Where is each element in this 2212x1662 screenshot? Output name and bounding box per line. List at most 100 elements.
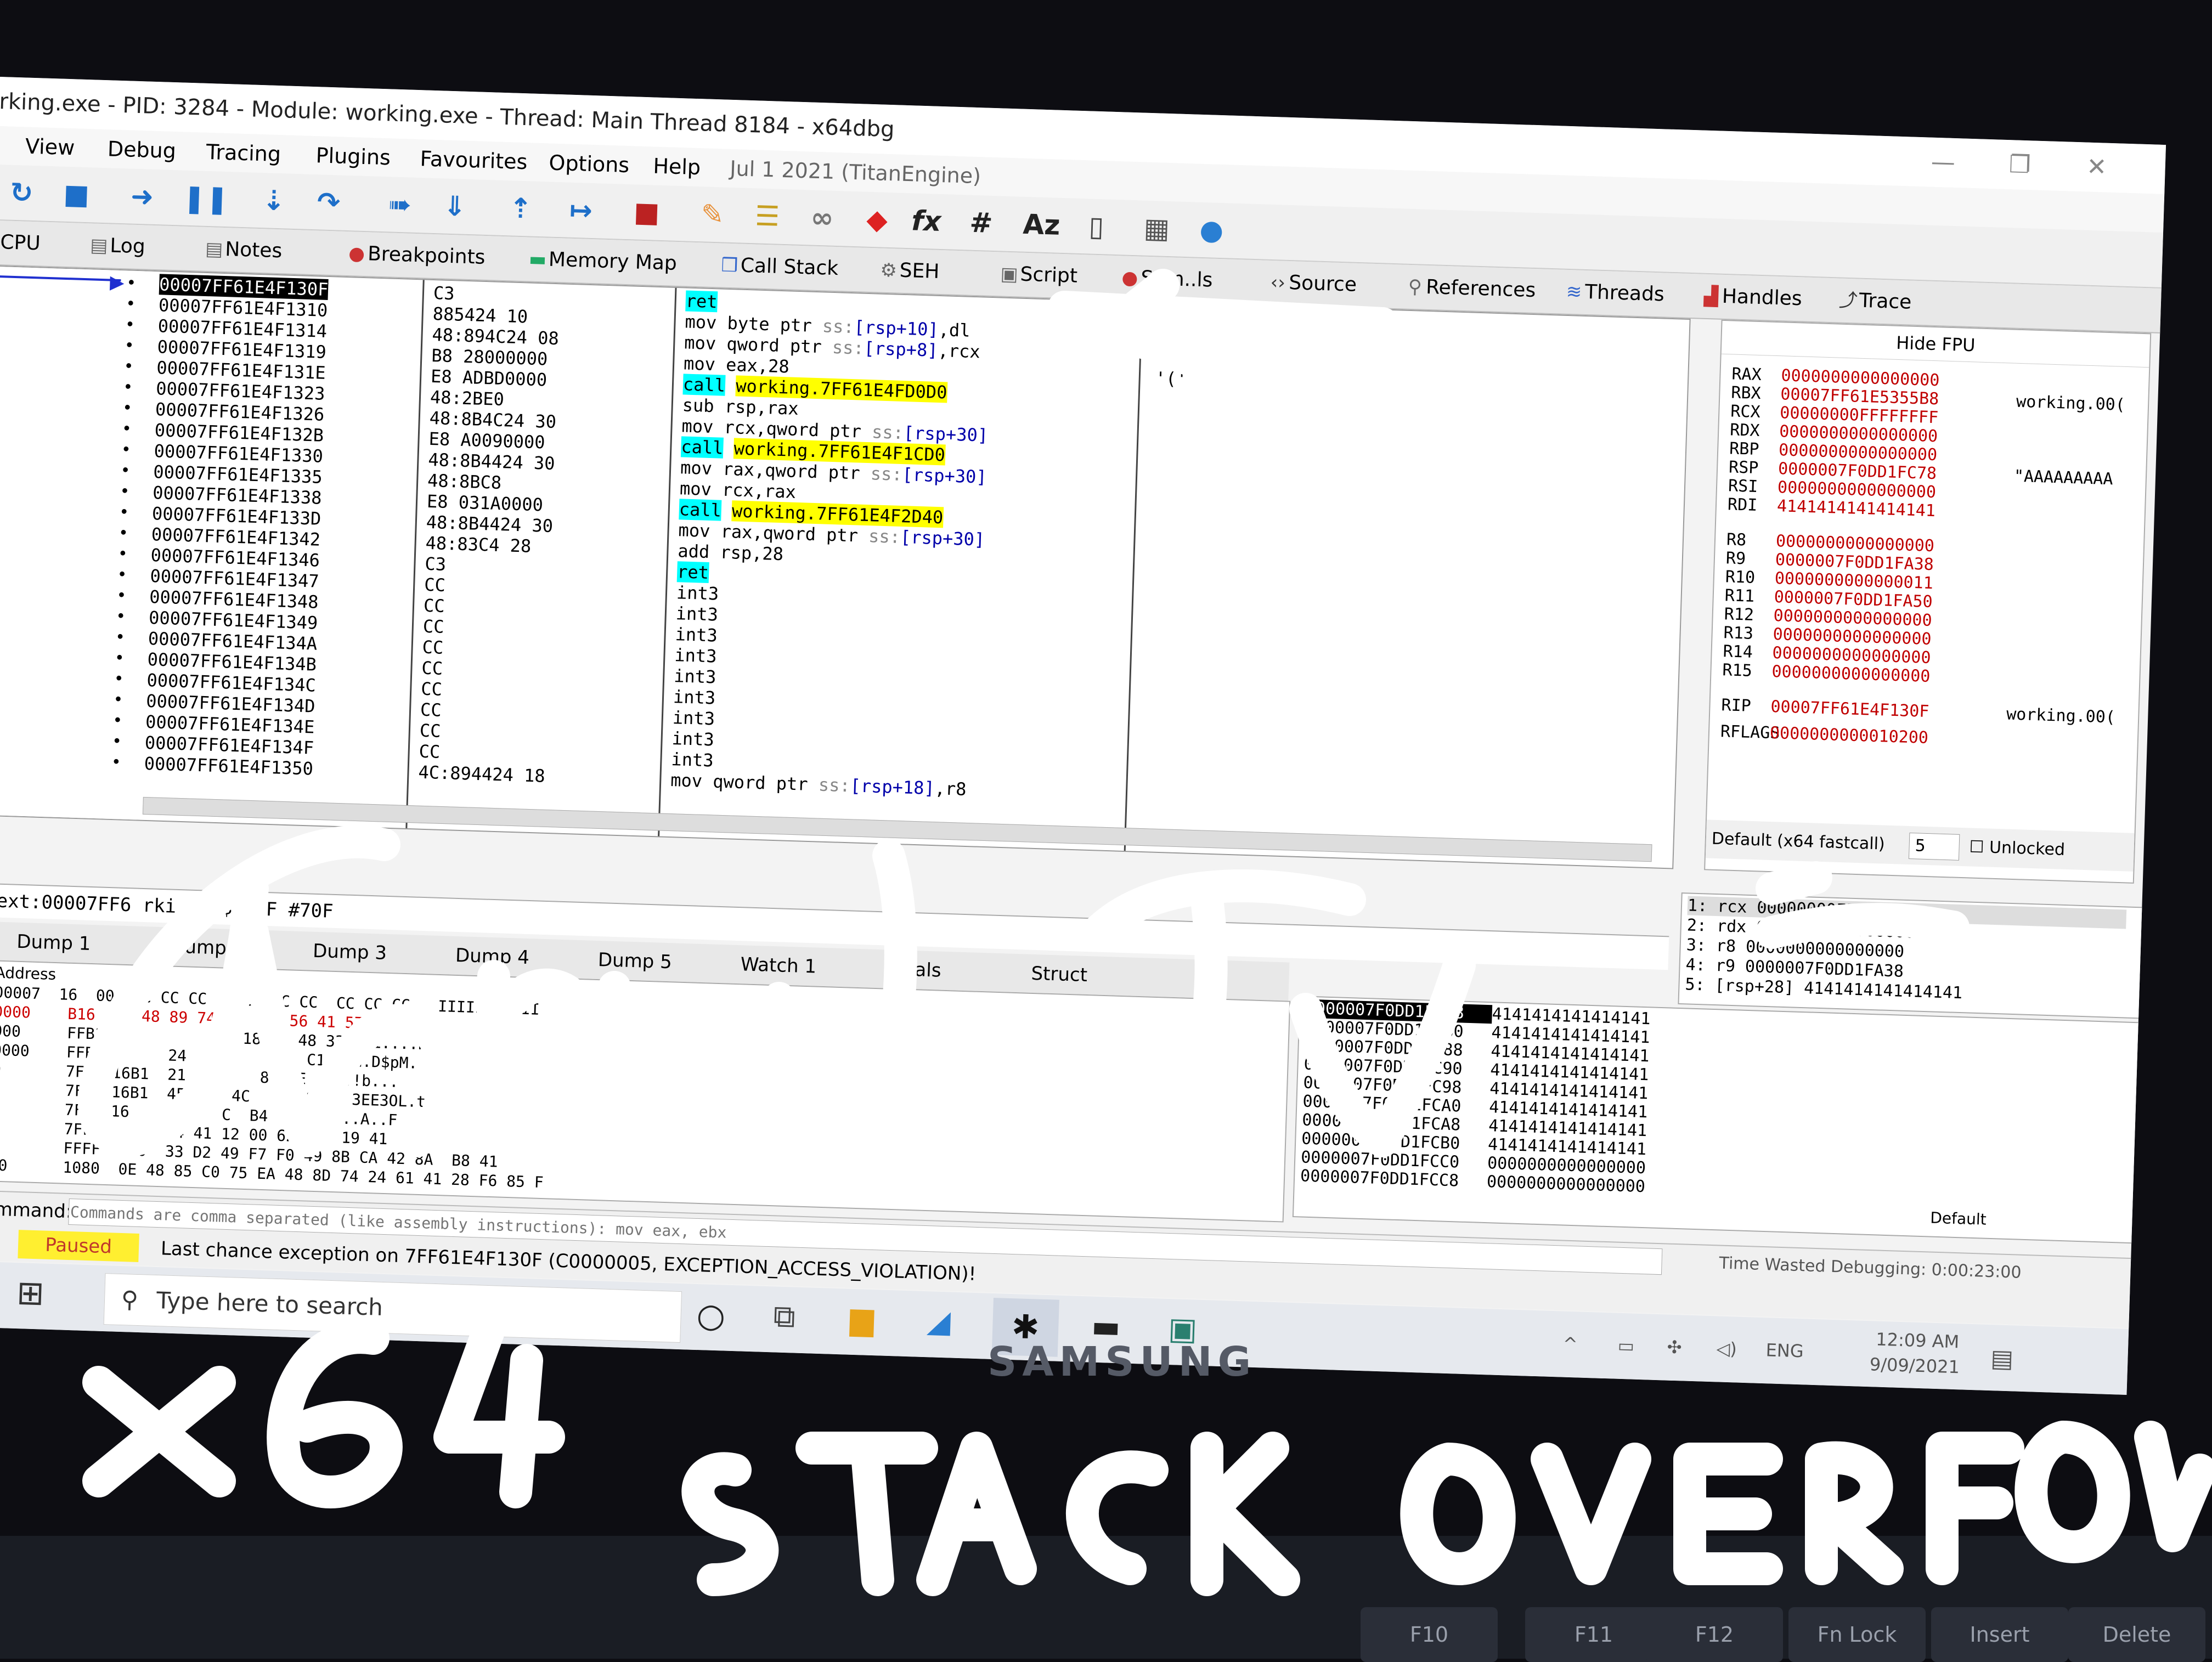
breakpoint-dot-icon[interactable]: • xyxy=(123,377,133,398)
globe-icon[interactable]: ● xyxy=(1191,210,1232,250)
calculator-icon[interactable]: ▦ xyxy=(1136,208,1177,248)
bookmark-icon[interactable]: ◆ xyxy=(856,199,897,240)
breakpoint-dot-icon[interactable]: • xyxy=(114,648,125,669)
calling-convention-select[interactable]: Default (x64 fastcall) xyxy=(1711,820,1886,864)
link-icon[interactable]: ∞ xyxy=(802,197,843,238)
tab-dump-3[interactable]: Dump 3 xyxy=(312,932,387,973)
stack-default-select[interactable]: Default xyxy=(1930,1209,1987,1229)
step-into-icon[interactable]: ⇣ xyxy=(253,180,294,221)
battery-icon[interactable]: ▭ xyxy=(1617,1335,1634,1356)
run-to-selection-icon[interactable]: ↦ xyxy=(561,190,601,230)
tab-threads[interactable]: ≋ Threads xyxy=(1562,270,1665,317)
disassembly-view[interactable]: ▶ • 00007FF61E4F130F C3 ret • 00007FF61E4F131… xyxy=(0,265,1691,869)
menu-debug[interactable]: Debug xyxy=(107,129,177,170)
menu-favourites[interactable]: Favourites xyxy=(420,139,528,181)
unlocked-checkbox[interactable]: ☐ Unlocked xyxy=(1969,828,2066,869)
breakpoint-dot-icon[interactable]: • xyxy=(125,314,135,336)
app-icon[interactable]: ◢ xyxy=(927,1303,951,1339)
language-indicator[interactable]: ENG xyxy=(1765,1339,1804,1361)
breakpoint-dot-icon[interactable]: • xyxy=(116,606,126,628)
comment-icon[interactable]: ☰ xyxy=(747,196,788,236)
run-icon[interactable]: ➜ xyxy=(122,176,162,217)
run-to-user-icon[interactable]: ➠ xyxy=(380,184,420,225)
menu-view[interactable]: View xyxy=(25,127,75,167)
breakpoint-dot-icon[interactable]: • xyxy=(114,669,124,690)
breakpoint-dot-icon[interactable]: • xyxy=(124,335,134,357)
tab-trace[interactable]: ⤴Trace xyxy=(1837,278,1912,324)
script-icon[interactable]: ■ xyxy=(627,192,667,233)
tab-struct[interactable]: Struct xyxy=(1030,954,1088,994)
tab-dump-2[interactable]: Dump 2 xyxy=(170,928,245,968)
tab-memory-map[interactable]: ▬Memory Map xyxy=(526,237,678,286)
stop-icon[interactable]: ■ xyxy=(56,174,97,214)
tab-dump-1[interactable]: Dump 1 xyxy=(16,923,91,963)
function-icon[interactable]: fx xyxy=(906,201,946,241)
breakpoint-dot-icon[interactable]: • xyxy=(125,293,136,315)
notifications-icon[interactable]: ▤ xyxy=(1990,1344,2014,1373)
file-explorer-icon[interactable]: ▆ xyxy=(850,1301,874,1337)
breakpoint-dot-icon[interactable]: • xyxy=(121,419,132,440)
step-over-icon[interactable]: ↷ xyxy=(308,182,349,223)
menu-tracing[interactable]: Tracing xyxy=(206,133,281,173)
network-icon[interactable]: ✣ xyxy=(1667,1337,1682,1358)
font-icon[interactable]: Aᴢ xyxy=(1021,205,1062,245)
breakpoint-dot-icon[interactable]: • xyxy=(111,752,121,773)
restart-icon[interactable]: ↻ xyxy=(1,172,42,213)
breakpoint-dot-icon[interactable]: • xyxy=(119,502,129,523)
tab-breakpoints[interactable]: ● Breakpoints xyxy=(345,231,486,280)
tab-handles[interactable]: ▟ Handles xyxy=(1700,274,1803,321)
windows-start-icon[interactable]: ⊞ xyxy=(16,1274,44,1313)
breakpoint-dot-icon[interactable]: • xyxy=(111,731,122,753)
hex-dump-view[interactable]: Address 00007 16 00 CC CC CC CC CC CC CC… xyxy=(0,959,1291,1223)
tab-notes[interactable]: ▤Notes xyxy=(202,227,283,273)
cortana-icon[interactable]: ○ xyxy=(696,1296,726,1336)
breakpoint-dot-icon[interactable]: • xyxy=(122,398,133,419)
execute-till-return-icon[interactable]: ⇓ xyxy=(435,186,475,227)
breakpoint-dot-icon[interactable]: • xyxy=(123,356,134,377)
breakpoint-dot-icon[interactable]: • xyxy=(120,460,131,482)
breakpoint-dot-icon[interactable]: • xyxy=(116,585,127,607)
tab-locals[interactable]: Locals xyxy=(883,949,942,990)
tab-references[interactable]: ⚲ References xyxy=(1403,265,1536,313)
stack-view[interactable]: 0000007F0DD1FC78 4141414141414141 0000007F… xyxy=(1292,996,2166,1246)
breakpoint-dot-icon[interactable]: • xyxy=(120,481,130,502)
tab-cpu[interactable]: CPU xyxy=(0,221,41,265)
volume-icon[interactable]: ◁) xyxy=(1716,1338,1737,1359)
tab-dump-4[interactable]: Dump 4 xyxy=(455,936,530,977)
pause-icon[interactable]: ❚❚ xyxy=(182,178,229,219)
hash-icon[interactable]: # xyxy=(961,202,1001,243)
tab-source[interactable]: ‹› Source xyxy=(1266,261,1357,307)
register-row[interactable]: RIP 00007FF61E4F130F working.00( xyxy=(1721,696,2115,727)
taskbar-search-box[interactable]: ⚲ Type here to search xyxy=(103,1273,682,1343)
clock-time[interactable]: 12:09 AM xyxy=(1876,1329,1960,1353)
device-icon[interactable]: ▯ xyxy=(1076,206,1116,247)
breakpoint-dot-icon[interactable]: • xyxy=(117,564,127,586)
tab-watch-1[interactable]: Watch 1 xyxy=(740,945,817,986)
breakpoint-dot-icon[interactable]: • xyxy=(113,689,123,711)
patch-icon[interactable]: ✎ xyxy=(692,194,733,235)
tab-symbols[interactable]: ● Sym..ls xyxy=(1118,256,1213,302)
breakpoint-dot-icon[interactable]: • xyxy=(117,544,128,565)
breakpoint-dot-icon[interactable]: • xyxy=(112,710,123,732)
arg-count-spinner[interactable]: 5 xyxy=(1908,833,1960,861)
clock-date[interactable]: 9/09/2021 xyxy=(1869,1354,1960,1377)
menu-help[interactable]: Help xyxy=(652,146,701,186)
tab-call-stack[interactable]: ❒Call Stack xyxy=(718,243,839,291)
minimize-button[interactable]: — xyxy=(1906,137,1979,188)
tab-log[interactable]: ▤Log xyxy=(87,223,146,269)
tab-seh[interactable]: ⚙SEH xyxy=(877,248,940,293)
task-view-icon[interactable]: ⧉ xyxy=(773,1298,796,1335)
breakpoint-dot-icon[interactable]: • xyxy=(126,273,137,294)
register-row[interactable]: RFLAGS0000000000010200 xyxy=(1720,722,1929,748)
close-button[interactable]: ✕ xyxy=(2060,142,2133,193)
step-out-icon[interactable]: ⇡ xyxy=(500,188,541,229)
maximize-button[interactable]: ❐ xyxy=(1983,139,2056,191)
tray-chevron-icon[interactable]: ^ xyxy=(1562,1333,1578,1355)
menu-plugins[interactable]: Plugins xyxy=(315,136,391,177)
breakpoint-dot-icon[interactable]: • xyxy=(118,523,128,544)
tab-script[interactable]: ▣Script xyxy=(997,252,1078,298)
breakpoint-dot-icon[interactable]: • xyxy=(115,627,125,648)
breakpoint-dot-icon[interactable]: • xyxy=(121,439,131,461)
tab-dump-5[interactable]: Dump 5 xyxy=(597,941,673,981)
menu-options[interactable]: Options xyxy=(548,144,630,185)
